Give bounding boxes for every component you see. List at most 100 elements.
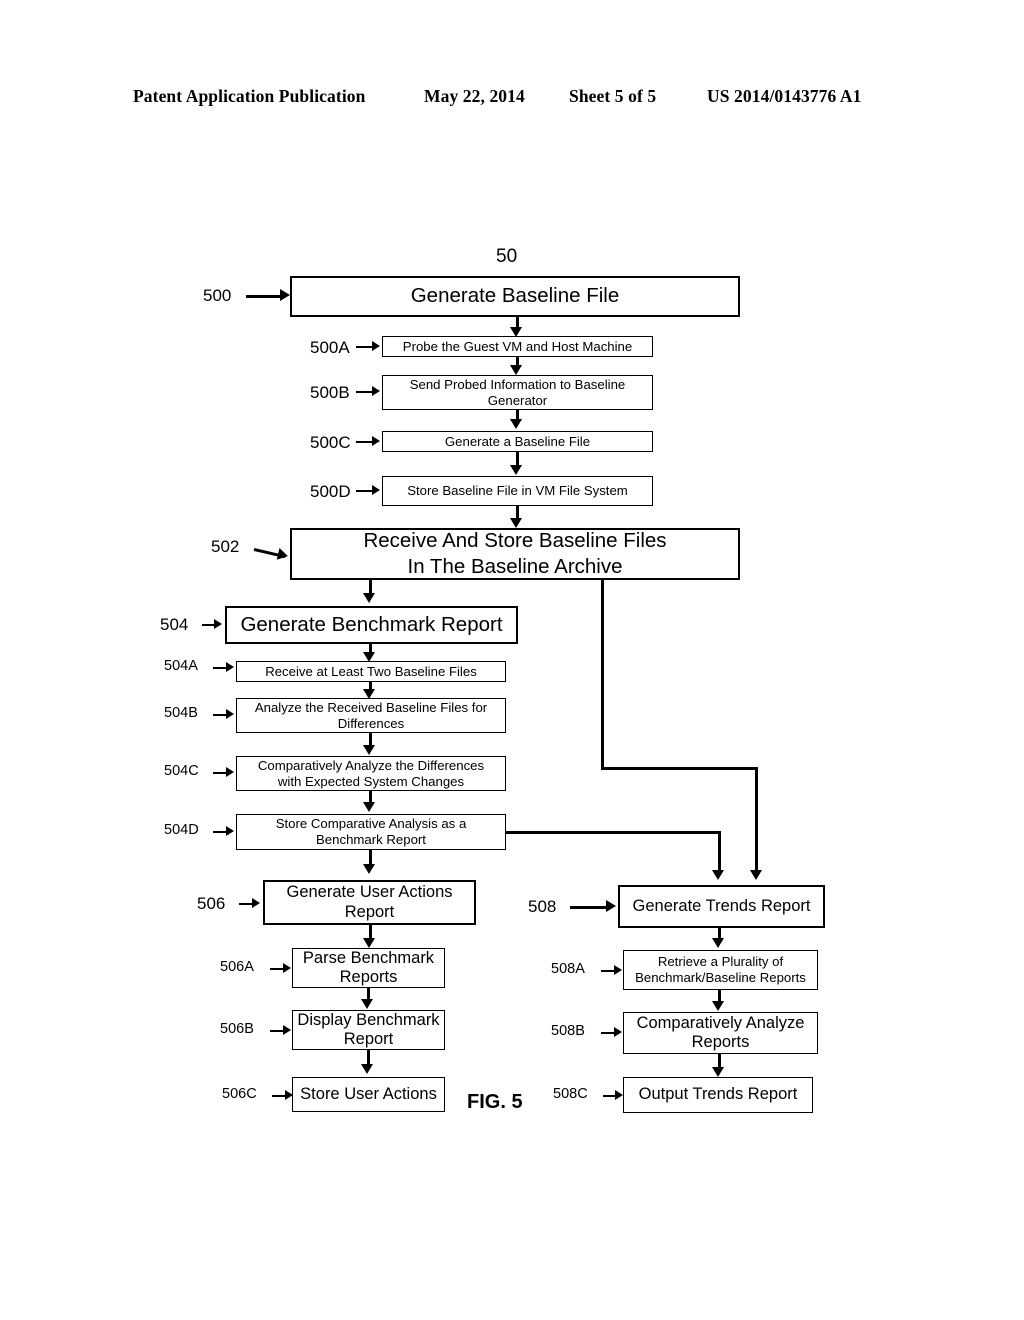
numeral-502: 502: [211, 537, 240, 556]
leader-arrow-506B: [283, 1025, 291, 1035]
numeral-506: 506: [197, 894, 226, 913]
connector-504B-to-504C-arrow: [363, 745, 375, 755]
header-patent-number: US 2014/0143776 A1: [707, 86, 862, 106]
numeral-500D: 500D: [310, 482, 351, 501]
node-500B-send-probed-information[interactable]: Send Probed Information to Baseline Gene…: [382, 375, 653, 410]
node-508-generate-trends-report[interactable]: Generate Trends Report: [618, 885, 825, 928]
node-506-label-line1: Generate User Actions: [286, 883, 453, 902]
numeral-506A: 506A: [220, 959, 254, 975]
header-publication: Patent Application Publication: [133, 86, 366, 106]
numeral-500A: 500A: [310, 338, 350, 357]
connector-500B-to-500C-arrow: [510, 419, 522, 429]
node-502-receive-store-baseline-files[interactable]: Receive And Store Baseline Files In The …: [290, 528, 740, 580]
numeral-504A: 504A: [164, 658, 198, 674]
node-500A-probe-guest-vm-host-machine[interactable]: Probe the Guest VM and Host Machine: [382, 336, 653, 357]
numeral-500C: 500C: [310, 433, 351, 452]
node-506B-label-line2: Report: [343, 1030, 394, 1048]
leader-arrow-508B: [614, 1027, 622, 1037]
node-500-generate-baseline-file[interactable]: Generate Baseline File: [290, 276, 740, 317]
connector-502-to-508-horizontal: [601, 767, 758, 770]
node-508C-label: Output Trends Report: [638, 1085, 798, 1104]
node-506A-label-line1: Parse Benchmark: [302, 948, 435, 967]
leader-arrow-504C: [226, 767, 234, 777]
node-504C-comparatively-analyze-differences[interactable]: Comparatively Analyze the Differences wi…: [236, 756, 506, 791]
leader-line-500: [246, 294, 282, 298]
node-506B-label-line1: Display Benchmark: [297, 1010, 440, 1029]
node-500B-label-line2: Generator: [487, 392, 548, 408]
node-504-generate-benchmark-report[interactable]: Generate Benchmark Report: [225, 606, 518, 644]
leader-arrow-500C: [372, 436, 380, 446]
node-508B-label-line1: Comparatively Analyze: [636, 1013, 805, 1032]
numeral-506B: 506B: [220, 1021, 254, 1037]
node-508A-label-line2: Benchmark/Baseline Reports: [635, 970, 806, 985]
leader-arrow-500B: [372, 386, 380, 396]
node-506A-label-line2: Reports: [339, 968, 398, 986]
connector-504D-to-508-vertical: [718, 831, 721, 872]
leader-arrow-500: [280, 288, 290, 301]
leader-arrow-500A: [372, 341, 380, 351]
header-date: May 22, 2014: [424, 86, 525, 106]
node-506B-display-benchmark-report[interactable]: Display Benchmark Report: [292, 1010, 445, 1050]
numeral-506C: 506C: [222, 1086, 257, 1102]
node-504B-label-line2: Differences: [337, 715, 405, 731]
node-504D-label-line2: Benchmark Report: [316, 832, 426, 847]
connector-504C-to-504D-arrow: [363, 802, 375, 812]
node-502-label-line1: Receive And Store Baseline Files: [363, 529, 667, 553]
node-508C-output-trends-report[interactable]: Output Trends Report: [623, 1077, 813, 1113]
node-506C-store-user-actions[interactable]: Store User Actions: [292, 1077, 445, 1112]
node-500D-store-baseline-file-vm-file-system[interactable]: Store Baseline File in VM File System: [382, 476, 653, 506]
connector-502-to-504-arrow: [363, 593, 375, 603]
node-500-label: Generate Baseline File: [410, 284, 620, 308]
node-500C-label: Generate a Baseline File: [444, 433, 591, 449]
header-sheet: Sheet 5 of 5: [569, 86, 657, 106]
node-508-label: Generate Trends Report: [632, 896, 811, 915]
connector-504D-to-506-arrow: [363, 864, 375, 874]
numeral-508: 508: [528, 897, 557, 916]
node-504A-label: Receive at Least Two Baseline Files: [265, 663, 477, 679]
node-506C-label: Store User Actions: [300, 1084, 437, 1103]
connector-504D-to-508-horizontal: [506, 831, 721, 834]
leader-line-508: [570, 905, 608, 909]
node-504C-label-line2: with Expected System Changes: [277, 773, 465, 789]
numeral-508C: 508C: [553, 1086, 588, 1102]
node-504D-store-comparative-analysis[interactable]: Store Comparative Analysis as a Benchmar…: [236, 814, 506, 850]
numeral-508B: 508B: [551, 1023, 585, 1039]
node-506-generate-user-actions-report[interactable]: Generate User Actions Report: [263, 880, 476, 925]
node-504A-receive-at-least-two-baseline-files[interactable]: Receive at Least Two Baseline Files: [236, 661, 506, 682]
node-504B-analyze-received-baseline-files[interactable]: Analyze the Received Baseline Files for …: [236, 698, 506, 733]
connector-502-to-508-vertical-1: [601, 580, 604, 770]
patent-figure-page: Patent Application Publication May 22, 2…: [0, 0, 1024, 1320]
connector-500C-to-500D-arrow: [510, 465, 522, 475]
node-508A-retrieve-plurality-of-reports[interactable]: Retrieve a Plurality of Benchmark/Baseli…: [623, 950, 818, 990]
leader-arrow-508C: [615, 1090, 623, 1100]
numeral-50: 50: [496, 246, 518, 267]
numeral-504B: 504B: [164, 705, 198, 721]
connector-502-to-508-arrow: [750, 870, 762, 880]
leader-arrow-506A: [283, 963, 291, 973]
node-508B-comparatively-analyze-reports[interactable]: Comparatively Analyze Reports: [623, 1012, 818, 1054]
connector-502-to-508-vertical-2: [755, 767, 758, 872]
leader-arrow-508: [606, 899, 616, 912]
leader-arrow-506: [252, 898, 260, 908]
leader-arrow-508A: [614, 965, 622, 975]
node-504C-label-line1: Comparatively Analyze the Differences: [257, 757, 485, 773]
connector-506A-to-506B-arrow: [361, 999, 373, 1009]
connector-504D-to-508-arrow: [712, 870, 724, 880]
node-500C-generate-a-baseline-file[interactable]: Generate a Baseline File: [382, 431, 653, 452]
node-506A-parse-benchmark-reports[interactable]: Parse Benchmark Reports: [292, 948, 445, 988]
numeral-504: 504: [160, 615, 189, 634]
connector-500D-to-502-arrow: [510, 518, 522, 528]
connector-500A-to-500B-arrow: [510, 365, 522, 375]
connector-506-to-506A-arrow: [363, 938, 375, 948]
node-504-label: Generate Benchmark Report: [240, 612, 503, 636]
node-500B-label-line1: Send Probed Information to Baseline: [409, 376, 626, 392]
node-508A-label-line1: Retrieve a Plurality of: [657, 954, 784, 970]
numeral-504C: 504C: [164, 763, 199, 779]
node-500A-label: Probe the Guest VM and Host Machine: [402, 338, 633, 354]
leader-arrow-504D: [226, 826, 234, 836]
leader-arrow-504A: [226, 662, 234, 672]
leader-arrow-500D: [372, 485, 380, 495]
numeral-508A: 508A: [551, 961, 585, 977]
node-500D-label: Store Baseline File in VM File System: [407, 483, 628, 499]
figure-caption: FIG. 5: [467, 1091, 523, 1113]
